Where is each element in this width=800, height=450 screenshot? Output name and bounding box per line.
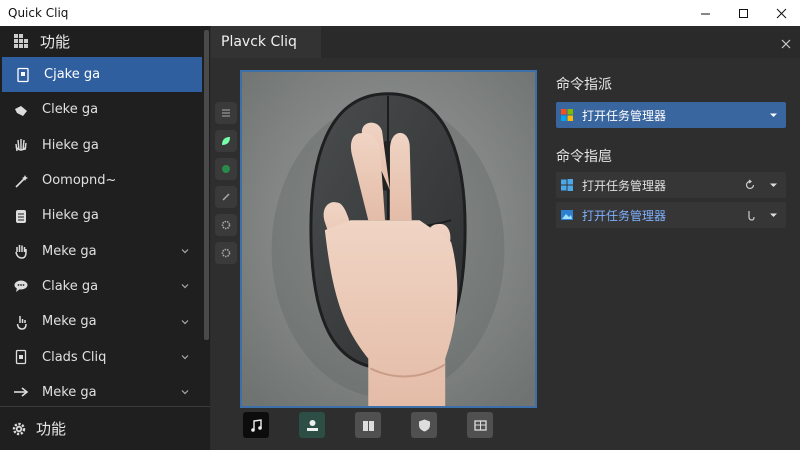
dropdown-value: 打开任务管理器: [582, 108, 667, 123]
sidebar-item-label: Clake ga: [42, 278, 99, 294]
user-icon: [306, 419, 318, 431]
sidebar-item[interactable]: Clads Cliq: [0, 339, 204, 374]
sidebar-item-label: Hieke ga: [42, 208, 99, 224]
tap-hand-icon: [12, 313, 30, 331]
panel-icon: [473, 419, 487, 431]
shield-icon: [418, 419, 430, 431]
hand-icon: [12, 242, 30, 260]
chevron-down-icon: [770, 183, 777, 187]
list-icon: [222, 109, 230, 117]
gear-icon: [221, 220, 231, 230]
music-button[interactable]: [243, 412, 269, 438]
dropdown-value: 打开任务管理器: [582, 178, 667, 193]
section-title: 命令指扈: [556, 149, 612, 165]
app-title: Quick Cliq: [8, 6, 69, 20]
circle-icon: [222, 165, 230, 173]
maximize-icon: [738, 8, 748, 18]
document-icon: [14, 66, 32, 84]
wand-icon: [12, 172, 30, 190]
pointer-icon[interactable]: [744, 209, 756, 221]
chevron-down-icon[interactable]: [180, 281, 190, 291]
chevron-down-icon[interactable]: [180, 387, 190, 397]
user-button[interactable]: [299, 412, 325, 438]
maximize-button[interactable]: [724, 0, 762, 26]
sidebar-item[interactable]: Meke ga: [0, 304, 204, 339]
sidebar: 功能 Cjake ga Cleke ga Hieke ga Oomopnd~ H…: [0, 26, 210, 450]
sidebar-item-label: Meke ga: [42, 243, 97, 259]
card-icon: [12, 348, 30, 366]
tab-plavck-cliq[interactable]: Plavck Cliq: [211, 26, 321, 58]
sidebar-scrollbar[interactable]: [204, 30, 209, 340]
windows-flag-icon: [561, 109, 573, 121]
sidebar-item-label: Meke ga: [42, 384, 97, 400]
clipboard-icon: [12, 207, 30, 225]
rail-button[interactable]: [215, 102, 237, 124]
left-rail: [211, 96, 241, 356]
sidebar-item[interactable]: Clake ga: [0, 269, 204, 304]
dropdown-value: 打开任务管理器: [582, 208, 667, 223]
sidebar-footer[interactable]: 功能: [0, 406, 210, 450]
tab-label: Plavck Cliq: [221, 34, 297, 50]
chevron-down-icon[interactable]: [180, 352, 190, 362]
title-bar: Quick Cliq: [0, 0, 800, 26]
bottom-toolbar: [243, 412, 513, 438]
command-dropdown[interactable]: 打开任务管理器: [556, 202, 786, 228]
hand-on-mouse-image: [240, 70, 537, 408]
rail-button[interactable]: [215, 186, 237, 208]
sidebar-item-label: Meke ga: [42, 314, 97, 330]
sidebar-item[interactable]: Cleke ga: [0, 92, 204, 127]
tab-strip: [321, 26, 800, 58]
gear-icon: [12, 422, 26, 435]
refresh-icon[interactable]: [744, 179, 756, 191]
close-icon: [776, 8, 786, 18]
sidebar-item[interactable]: Cjake ga: [2, 57, 202, 93]
sidebar-item-label: Cleke ga: [42, 102, 99, 118]
sidebar-item[interactable]: Hieke ga: [0, 128, 204, 163]
windows-logo-icon: [561, 179, 573, 191]
rail-button[interactable]: [215, 242, 237, 264]
arrow-right-icon: [12, 383, 30, 401]
book-icon: [362, 420, 374, 431]
sidebar-item-label: Cjake ga: [44, 67, 101, 83]
chevron-down-icon[interactable]: [180, 317, 190, 327]
window-controls: [686, 0, 800, 26]
sidebar-item-label: Clads Cliq: [42, 349, 107, 365]
chevron-down-icon: [770, 113, 777, 117]
close-button[interactable]: [762, 0, 800, 26]
chevron-down-icon: [770, 213, 777, 217]
chevron-down-icon[interactable]: [180, 246, 190, 256]
image-icon: [561, 210, 573, 220]
command-dropdown[interactable]: 打开任务管理器: [556, 172, 786, 198]
grid-icon: [14, 34, 28, 48]
book-button[interactable]: [355, 412, 381, 438]
sidebar-item[interactable]: Meke ga: [0, 233, 204, 268]
sidebar-footer-label: 功能: [36, 420, 67, 438]
rail-button[interactable]: [215, 158, 237, 180]
minimize-icon: [700, 13, 710, 14]
sidebar-item[interactable]: Hieke ga: [0, 198, 204, 233]
panel-button[interactable]: [467, 412, 493, 438]
sidebar-item-label: Hieke ga: [42, 137, 99, 153]
sidebar-header: 功能: [0, 26, 204, 56]
minimize-button[interactable]: [686, 0, 724, 26]
shield-button[interactable]: [411, 412, 437, 438]
sidebar-header-label: 功能: [40, 32, 71, 51]
close-icon[interactable]: [780, 38, 792, 50]
pointer-hand-icon: [12, 101, 30, 119]
open-hand-icon: [12, 136, 30, 154]
rail-button[interactable]: [215, 130, 237, 152]
sidebar-item[interactable]: Meke ga: [0, 375, 204, 410]
sidebar-item-label: Oomopnd~: [42, 173, 117, 189]
music-icon: [250, 418, 262, 432]
rail-button[interactable]: [215, 214, 237, 236]
section-title: 命令指派: [556, 77, 612, 93]
tool-icon: [222, 193, 230, 201]
command-panel: 命令指派 打开任务管理器 命令指扈 打开任务管理器 打开任务管理器: [556, 74, 786, 228]
gear-icon: [221, 248, 231, 258]
sidebar-item[interactable]: Oomopnd~: [0, 163, 204, 198]
leaf-icon: [222, 137, 230, 145]
chat-icon: [12, 277, 30, 295]
sidebar-list: Cjake ga Cleke ga Hieke ga Oomopnd~ Hiek…: [0, 57, 204, 410]
command-dropdown[interactable]: 打开任务管理器: [556, 102, 786, 128]
